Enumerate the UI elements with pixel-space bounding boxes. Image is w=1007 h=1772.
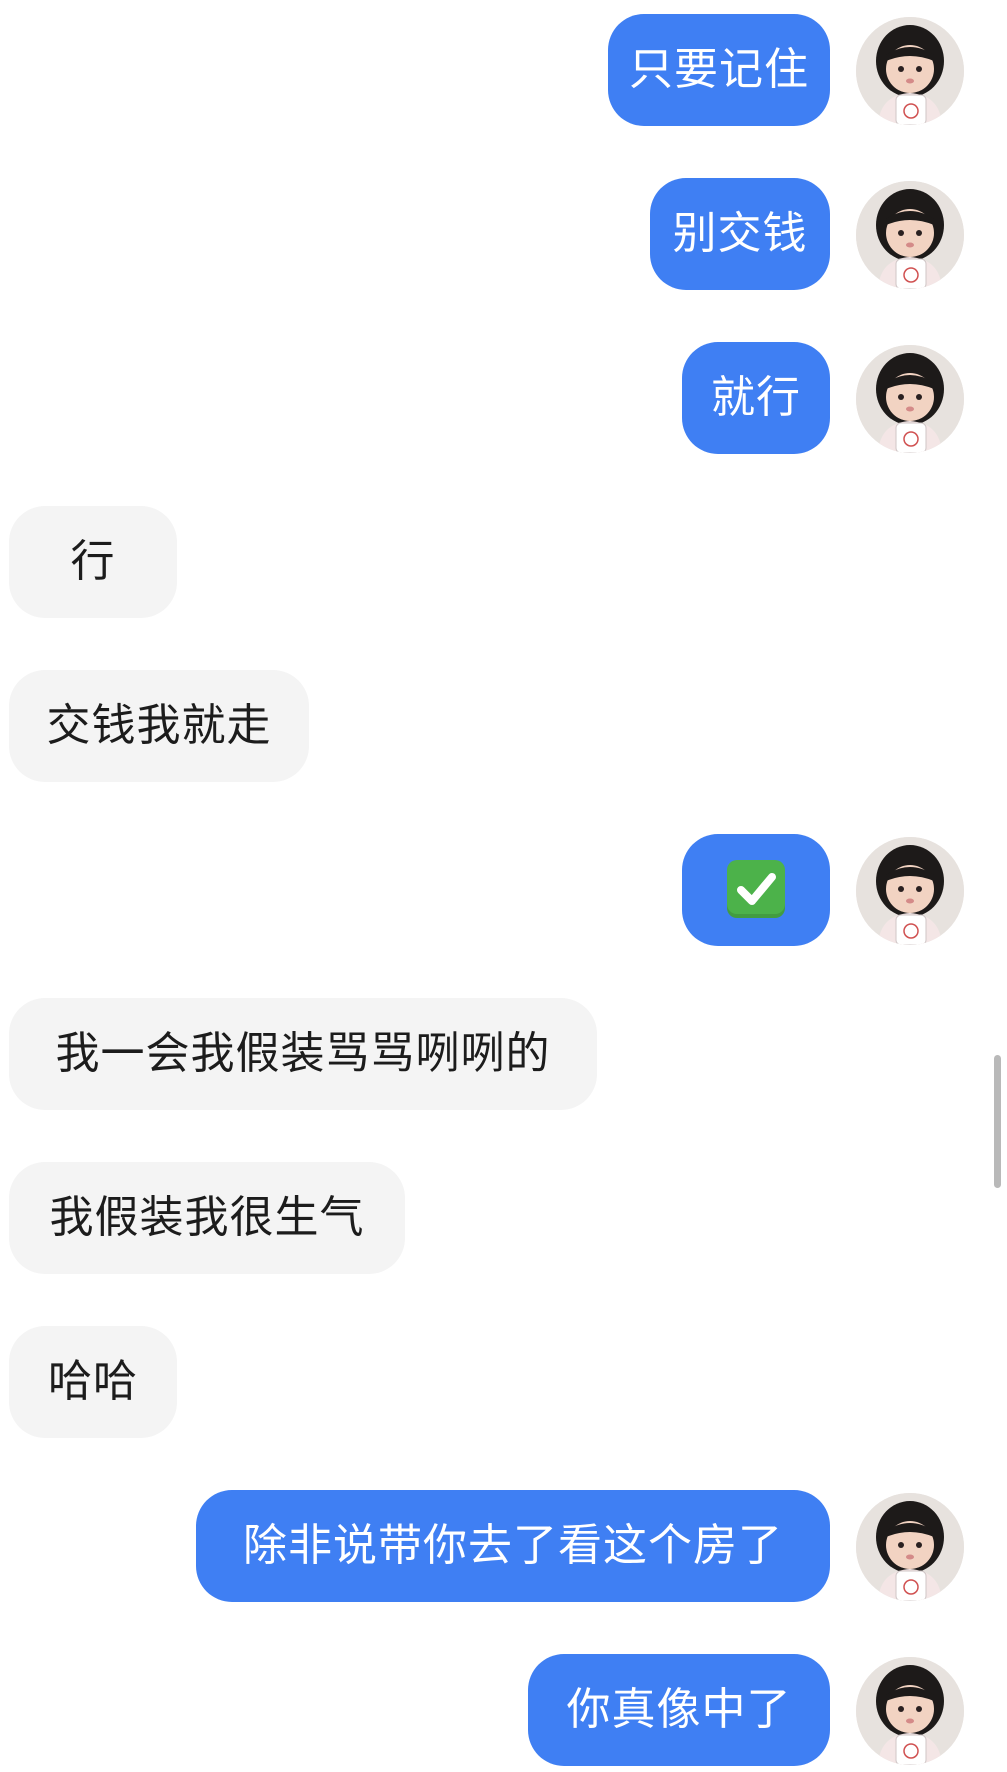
message-text: 你真像中了 (566, 1684, 792, 1735)
chat-conversation: 只要记住 别交钱 就行 行 交钱我就走 我一会我假装骂骂咧咧的 我假装我很生气 … (0, 0, 1007, 1772)
incoming-message-bubble[interactable]: 我假装我很生气 (9, 1162, 405, 1274)
outgoing-message-bubble[interactable]: 除非说带你去了看这个房了 (196, 1490, 830, 1602)
message-text: 就行 (711, 372, 801, 423)
message-text: 我假装我很生气 (49, 1192, 365, 1243)
outgoing-message-bubble[interactable] (682, 834, 830, 946)
user-avatar[interactable] (856, 17, 964, 125)
check-mark-button-icon (727, 860, 785, 918)
message-text: 除非说带你去了看这个房了 (243, 1520, 783, 1571)
user-avatar[interactable] (856, 1493, 964, 1601)
scrollbar-thumb[interactable] (994, 1055, 1001, 1188)
message-text: 哈哈 (48, 1356, 138, 1407)
outgoing-message-bubble[interactable]: 只要记住 (608, 14, 830, 126)
message-text: 行 (70, 536, 116, 587)
user-avatar[interactable] (856, 1657, 964, 1765)
incoming-message-bubble[interactable]: 交钱我就走 (9, 670, 309, 782)
user-avatar[interactable] (856, 345, 964, 453)
user-avatar[interactable] (856, 181, 964, 289)
message-text: 只要记住 (629, 44, 809, 95)
message-text: 我一会我假装骂骂咧咧的 (55, 1028, 551, 1079)
outgoing-message-bubble[interactable]: 就行 (682, 342, 830, 454)
incoming-message-bubble[interactable]: 我一会我假装骂骂咧咧的 (9, 998, 597, 1110)
message-text: 交钱我就走 (46, 700, 272, 751)
user-avatar[interactable] (856, 837, 964, 945)
message-text: 别交钱 (672, 208, 808, 259)
outgoing-message-bubble[interactable]: 别交钱 (650, 178, 830, 290)
incoming-message-bubble[interactable]: 行 (9, 506, 177, 618)
incoming-message-bubble[interactable]: 哈哈 (9, 1326, 177, 1438)
outgoing-message-bubble[interactable]: 你真像中了 (528, 1654, 830, 1766)
